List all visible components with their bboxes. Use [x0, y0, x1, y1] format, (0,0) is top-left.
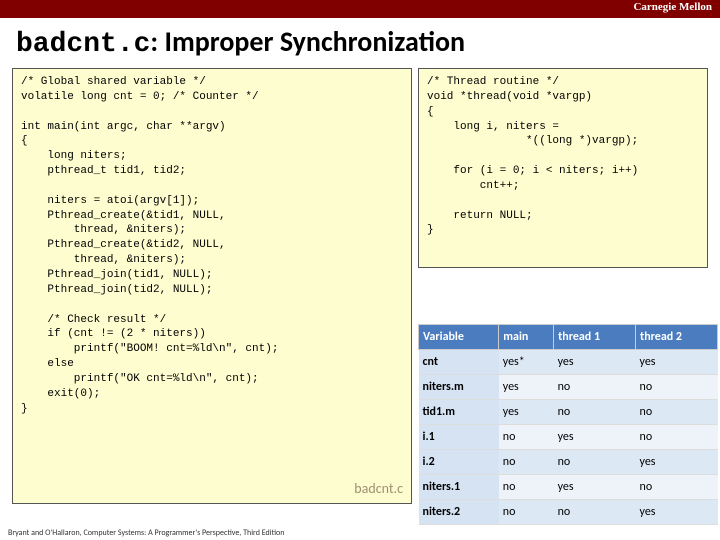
cell-value: yes: [636, 450, 718, 475]
cell-value: no: [636, 425, 718, 450]
variable-table: Variable main thread 1 thread 2 cntyes*y…: [418, 324, 718, 525]
th-main: main: [499, 325, 554, 350]
cell-value: no: [499, 475, 554, 500]
cell-value: no: [554, 375, 636, 400]
table-row: i.1noyesno: [419, 425, 718, 450]
cell-value: no: [636, 475, 718, 500]
cell-variable: i.2: [419, 450, 499, 475]
cell-value: yes: [554, 475, 636, 500]
cell-value: no: [499, 425, 554, 450]
table-row: cntyes*yesyes: [419, 350, 718, 375]
cell-value: no: [499, 500, 554, 525]
title-code: badcnt.c: [16, 29, 150, 60]
th-thread2: thread 2: [636, 325, 718, 350]
table-header-row: Variable main thread 1 thread 2: [419, 325, 718, 350]
code-right-text: /* Thread routine */ void *thread(void *…: [427, 76, 638, 236]
title-rest: : Improper Synchronization: [150, 24, 465, 59]
cell-variable: tid1.m: [419, 400, 499, 425]
cell-variable: cnt: [419, 350, 499, 375]
cell-value: no: [554, 500, 636, 525]
cell-value: no: [554, 400, 636, 425]
slide-title: badcnt.c: Improper Synchronization: [0, 18, 720, 68]
cell-variable: niters.m: [419, 375, 499, 400]
cell-value: yes: [499, 375, 554, 400]
header-bar: Carnegie Mellon: [0, 0, 720, 18]
cell-value: no: [499, 450, 554, 475]
cell-value: yes: [499, 400, 554, 425]
code-left: /* Global shared variable */ volatile lo…: [12, 68, 412, 504]
code-right: /* Thread routine */ void *thread(void *…: [418, 68, 708, 268]
cell-value: no: [554, 450, 636, 475]
footer-text: Bryant and O'Hallaron, Computer Systems:…: [8, 528, 284, 538]
cell-value: yes: [636, 350, 718, 375]
cell-value: yes: [554, 350, 636, 375]
table-row: i.2nonoyes: [419, 450, 718, 475]
table-row: niters.2nonoyes: [419, 500, 718, 525]
table-row: niters.1noyesno: [419, 475, 718, 500]
file-tag: badcnt.c: [354, 480, 403, 499]
cell-value: no: [636, 400, 718, 425]
code-left-text: /* Global shared variable */ volatile lo…: [21, 76, 278, 415]
cell-value: yes: [636, 500, 718, 525]
cell-value: yes: [554, 425, 636, 450]
table-row: niters.myesnono: [419, 375, 718, 400]
table-row: tid1.myesnono: [419, 400, 718, 425]
th-thread1: thread 1: [554, 325, 636, 350]
brand-label: Carnegie Mellon: [633, 1, 712, 13]
cell-value: no: [636, 375, 718, 400]
cell-variable: niters.2: [419, 500, 499, 525]
cell-value: yes*: [499, 350, 554, 375]
cell-variable: niters.1: [419, 475, 499, 500]
th-variable: Variable: [419, 325, 499, 350]
cell-variable: i.1: [419, 425, 499, 450]
